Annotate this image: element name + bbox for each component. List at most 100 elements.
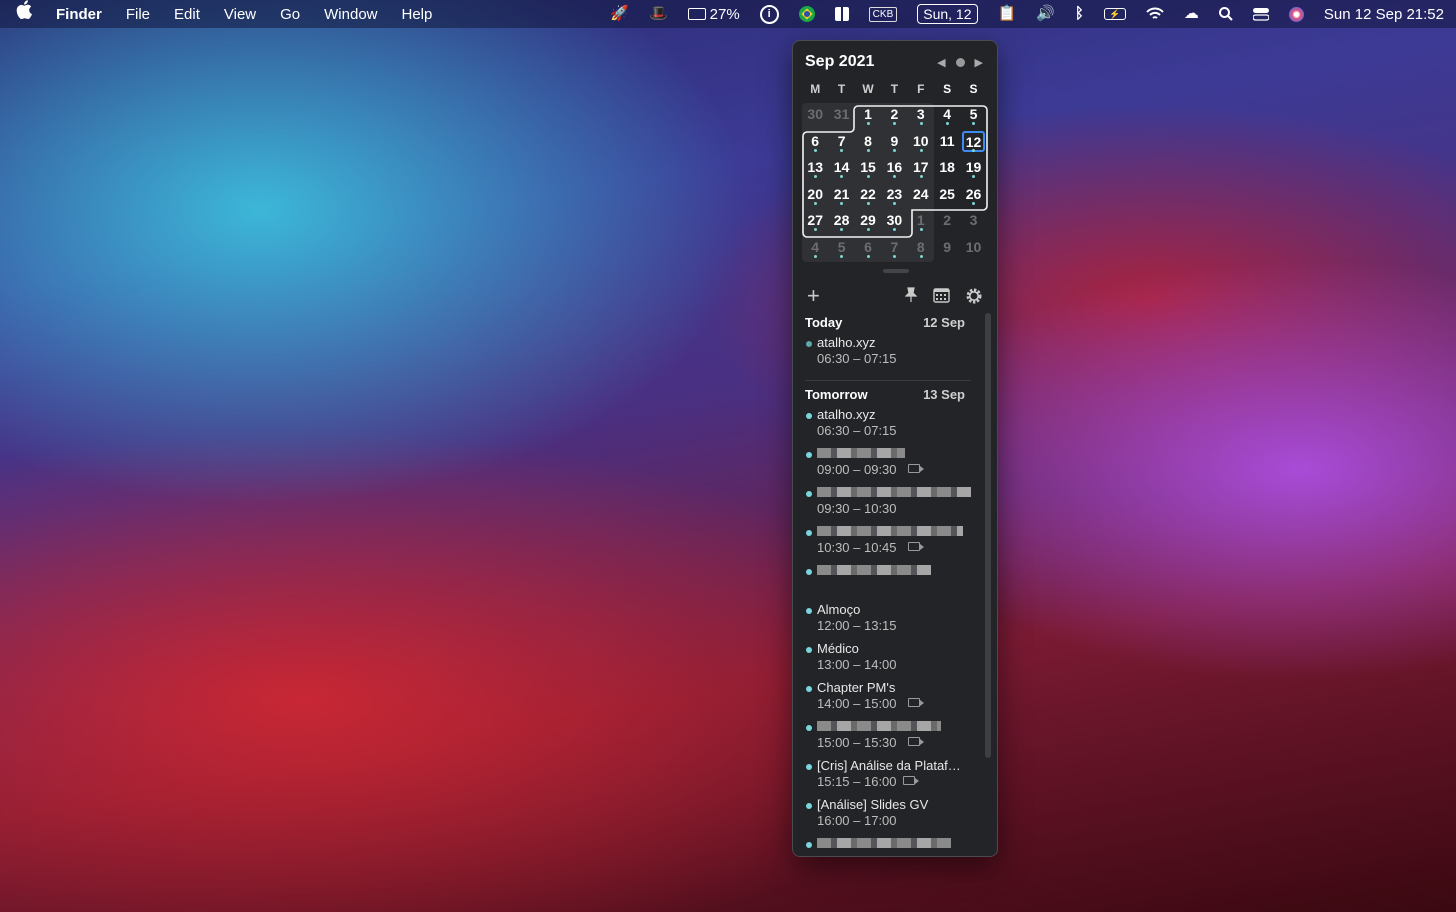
apple-logo-icon[interactable] [16,0,32,29]
calendar-day[interactable]: 12 [960,130,986,157]
plus-icon[interactable]: + [807,285,820,307]
calendar-day[interactable]: 25 [934,183,960,210]
agenda-event[interactable]: atalho.xyz 06:30 – 07:15 [793,407,983,446]
event-color-dot [806,608,812,614]
event-color-dot [806,530,812,536]
calendar-icon[interactable] [933,287,950,306]
calendar-day[interactable]: 2 [881,103,907,130]
menu-help[interactable]: Help [402,6,433,23]
agenda-event[interactable] [793,836,983,856]
event-indicator-dot [840,254,844,258]
agenda-event[interactable]: Médico 13:00 – 14:00 [793,641,983,680]
calendar-day[interactable]: 27 [802,209,828,236]
calendar-day[interactable]: 1 [855,103,881,130]
window-layout-icon[interactable] [834,7,849,21]
agenda-event[interactable]: [Cris] Análise da Plataf… 15:15 – 16:00 [793,758,983,797]
calendar-day[interactable]: 24 [908,183,934,210]
calendar-day[interactable]: 5 [960,103,986,130]
menu-bar: Finder File Edit View Go Window Help 🚀 🎩… [0,0,1456,28]
keyboard-layout-badge[interactable]: CKB [868,6,898,22]
calendar-day[interactable]: 28 [828,209,854,236]
cloud-icon[interactable]: ☁ [1184,0,1199,28]
calendar-day[interactable]: 6 [802,130,828,157]
control-center-icon[interactable] [1252,7,1269,21]
calendar-day[interactable]: 21 [828,183,854,210]
calendar-day[interactable]: 30 [802,103,828,130]
siri-icon[interactable] [1288,6,1304,22]
today-dot-icon[interactable] [955,58,965,67]
calendar-day[interactable]: 7 [881,236,907,263]
password-icon[interactable]: i [759,4,779,24]
calendar-day[interactable]: 9 [934,236,960,263]
bowler-hat-icon[interactable]: 🎩 [649,0,668,28]
calendar-day[interactable]: 10 [908,130,934,157]
calendar-day[interactable]: 23 [881,183,907,210]
calendar-day[interactable]: 26 [960,183,986,210]
brazil-flag-icon[interactable] [798,6,815,22]
calendar-day[interactable]: 2 [934,209,960,236]
agenda-event[interactable] [793,563,983,602]
calendar-day[interactable]: 30 [881,209,907,236]
battery-status[interactable]: 27% [687,6,740,23]
calendar-day[interactable]: 14 [828,156,854,183]
calendar-grid: 30 31 1 2 3 4 5 6 7 8 9 10 11 12 13 14 15 16 17 18 19 20 21 22 2… [802,103,987,262]
gear-icon[interactable] [965,287,983,308]
calendar-day[interactable]: 16 [881,156,907,183]
battery-charging-icon[interactable]: ⚡ [1103,8,1126,20]
spotlight-search-icon[interactable] [1218,7,1233,21]
resize-handle[interactable] [883,269,909,273]
calendar-day[interactable]: 11 [934,130,960,157]
agenda-event[interactable]: 10:30 – 10:45 [793,524,983,563]
wifi-icon[interactable] [1146,7,1164,21]
bluetooth-icon[interactable]: ᛒ [1075,0,1084,28]
menu-view[interactable]: View [224,6,256,23]
volume-icon[interactable]: 🔊 [1036,0,1055,28]
calendar-day[interactable]: 15 [855,156,881,183]
calendar-day[interactable]: 19 [960,156,986,183]
calendar-day[interactable]: 5 [828,236,854,263]
calendar-day[interactable]: 4 [802,236,828,263]
clipboard-icon[interactable]: 📋 [998,0,1017,28]
menu-edit[interactable]: Edit [174,6,200,23]
previous-month-icon[interactable]: ◀ [937,56,945,69]
calendar-day[interactable]: 9 [881,130,907,157]
agenda-event[interactable]: Almoço 12:00 – 13:15 [793,602,983,641]
calendar-day[interactable]: 4 [934,103,960,130]
calendar-day[interactable]: 8 [908,236,934,263]
calendar-day[interactable]: 1 [908,209,934,236]
event-color-dot [806,686,812,692]
calendar-day[interactable]: 3 [908,103,934,130]
calendar-day[interactable]: 3 [960,209,986,236]
calendar-day[interactable]: 29 [855,209,881,236]
calendar-day[interactable]: 8 [855,130,881,157]
rocket-icon[interactable]: 🚀 [610,0,629,28]
agenda-event[interactable]: [Análise] Slides GV 16:00 – 17:00 [793,797,983,836]
agenda-event[interactable]: Chapter PM's 14:00 – 15:00 [793,680,983,719]
calendar-day[interactable]: 13 [802,156,828,183]
calendar-day[interactable]: 17 [908,156,934,183]
agenda-event[interactable]: 09:00 – 09:30 [793,446,983,485]
agenda-scrollbar[interactable] [985,313,991,758]
agenda-event[interactable]: 09:30 – 10:30 [793,485,983,524]
pin-icon[interactable] [904,287,918,305]
menu-go[interactable]: Go [280,6,300,23]
menu-app-finder[interactable]: Finder [56,6,102,23]
date-badge[interactable]: Sun, 12 [917,4,978,24]
agenda-event[interactable]: 15:00 – 15:30 [793,719,983,758]
menubar-clock[interactable]: Sun 12 Sep 21:52 [1324,6,1444,23]
section-label: Tomorrow [805,387,868,402]
calendar-day[interactable]: 7 [828,130,854,157]
calendar-day[interactable]: 18 [934,156,960,183]
calendar-day[interactable]: 22 [855,183,881,210]
calendar-day[interactable]: 6 [855,236,881,263]
event-indicator-dot [840,228,844,231]
calendar-day[interactable]: 20 [802,183,828,210]
agenda-event[interactable]: atalho.xyz 06:30 – 07:15 [793,335,983,374]
event-indicator-dot [893,122,897,125]
menu-file[interactable]: File [126,6,150,23]
calendar-day[interactable]: 31 [828,103,854,130]
next-month-icon[interactable]: ▶ [975,56,983,69]
menu-window[interactable]: Window [324,6,377,23]
calendar-day[interactable]: 10 [960,236,986,263]
redacted-text [817,526,963,536]
